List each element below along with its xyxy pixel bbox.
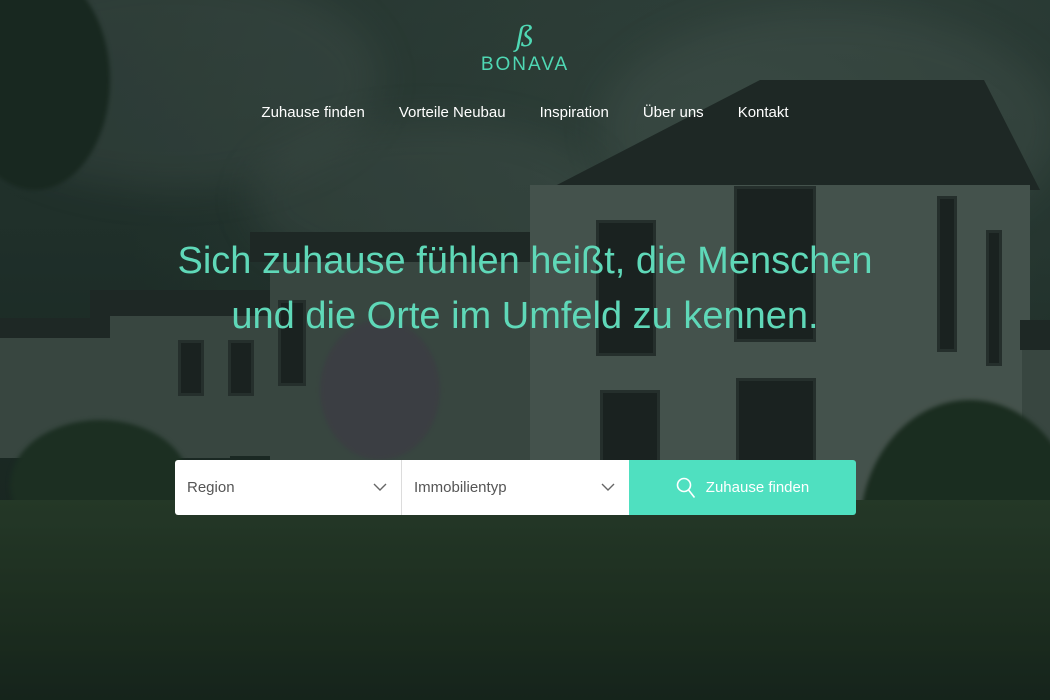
chevron-down-icon [601,483,615,491]
bonava-logo-mark: ß [515,20,535,53]
bonava-logo[interactable]: ß BONAVA [0,22,1050,76]
property-type-select[interactable]: Immobilientyp [401,460,629,515]
nav-item-zuhause-finden[interactable]: Zuhause finden [261,104,364,121]
nav-item-kontakt[interactable]: Kontakt [738,104,789,121]
nav-item-inspiration[interactable]: Inspiration [540,104,609,121]
region-select-label: Region [187,479,235,496]
nav-item-vorteile-neubau[interactable]: Vorteile Neubau [399,104,506,121]
region-select[interactable]: Region [175,460,401,515]
property-type-select-label: Immobilientyp [414,479,507,496]
nav-item-ueber-uns[interactable]: Über uns [643,104,704,121]
find-home-button[interactable]: Zuhause finden [629,460,856,515]
main-navigation: Zuhause finden Vorteile Neubau Inspirati… [0,104,1050,121]
find-home-button-label: Zuhause finden [705,479,810,496]
bonava-logo-text: BONAVA [480,54,570,75]
hero-headline: Sich zuhause fühlen heißt, die Menschen … [177,240,873,337]
search-icon [676,477,695,498]
chevron-down-icon [373,483,387,491]
home-search-bar: Region Immobilientyp Zuhause finden [175,460,856,515]
